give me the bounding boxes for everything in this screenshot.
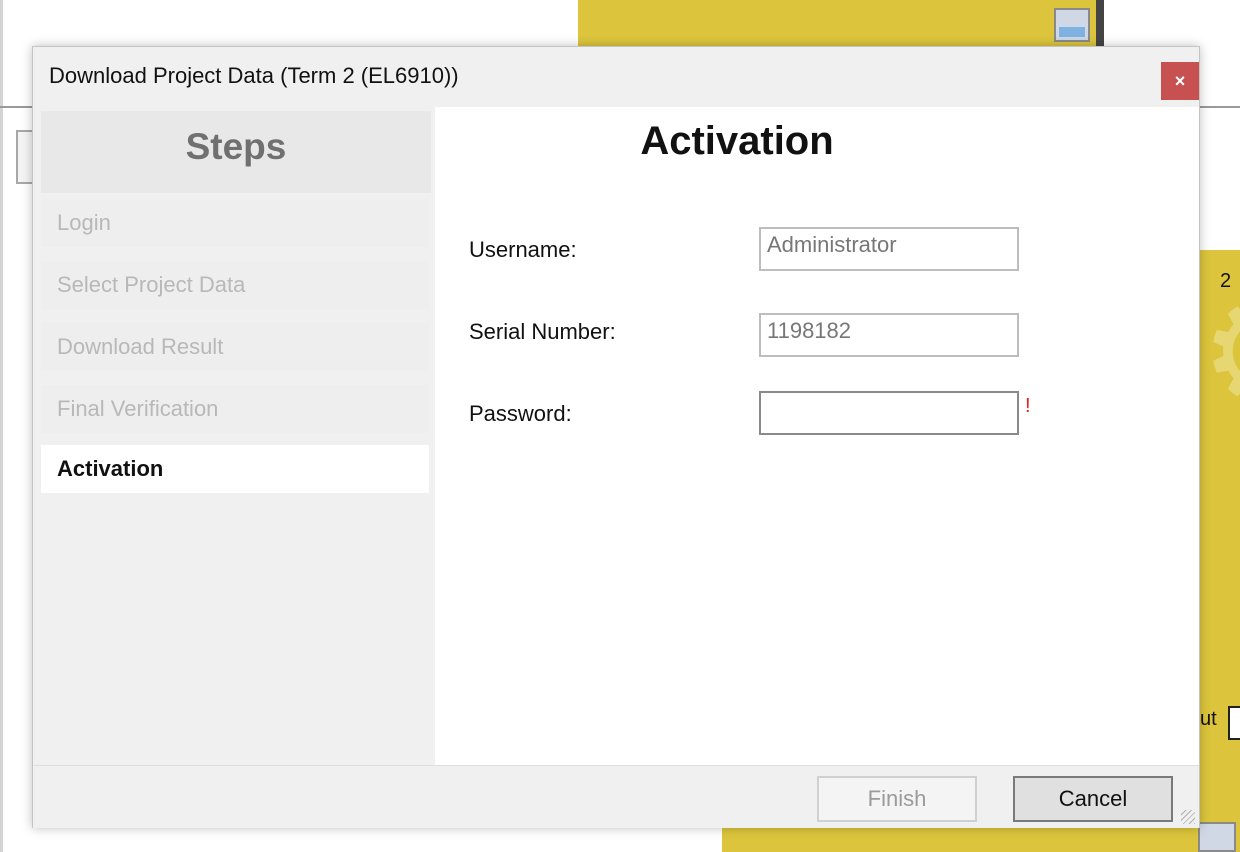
close-icon: ×: [1174, 70, 1186, 91]
dialog-titlebar: Download Project Data (Term 2 (EL6910)) …: [33, 47, 1199, 107]
password-label: Password:: [469, 401, 572, 426]
dialog-title: Download Project Data (Term 2 (EL6910)): [49, 63, 459, 88]
serial-number-label: Serial Number:: [469, 319, 616, 344]
step-activation: Activation: [41, 445, 429, 493]
step-download-result: Download Result: [41, 323, 429, 371]
background-window-edge: [0, 0, 3, 852]
background-yellow-panel-top: [578, 0, 1100, 48]
serial-number-field: 1198182: [759, 313, 1019, 357]
gear-icon: ⚙: [1200, 278, 1240, 428]
close-button[interactable]: ×: [1161, 62, 1199, 100]
activation-pane: Activation Username: Administrator Seria…: [435, 107, 1199, 765]
step-login: Login: [41, 199, 429, 247]
dialog-footer: Finish Cancel: [33, 765, 1199, 828]
background-number: 2: [1220, 270, 1232, 292]
username-label: Username:: [469, 237, 577, 262]
resize-grip-icon[interactable]: [1181, 810, 1195, 824]
username-field: Administrator: [759, 227, 1019, 271]
cancel-button[interactable]: Cancel: [1013, 776, 1173, 822]
background-scroll-knob[interactable]: [1054, 8, 1090, 42]
password-field[interactable]: [759, 391, 1019, 435]
step-select-project-data: Select Project Data: [41, 261, 429, 309]
finish-button[interactable]: Finish: [817, 776, 977, 822]
background-panel-edge: [1096, 0, 1104, 48]
background-scroll-knob-bottom[interactable]: [1198, 822, 1236, 852]
required-indicator: !: [1025, 395, 1031, 417]
download-project-dialog: Download Project Data (Term 2 (EL6910)) …: [32, 46, 1200, 828]
steps-header: Steps: [41, 111, 431, 193]
step-final-verification: Final Verification: [41, 385, 429, 433]
steps-pane: Steps Login Select Project Data Download…: [33, 107, 435, 765]
background-yellow-panel-bottom: [722, 826, 1240, 852]
background-input-fragment[interactable]: [1228, 706, 1240, 740]
page-title: Activation: [640, 119, 834, 163]
background-divider-right: [1196, 106, 1240, 108]
background-label-fragment: ut: [1200, 708, 1217, 730]
